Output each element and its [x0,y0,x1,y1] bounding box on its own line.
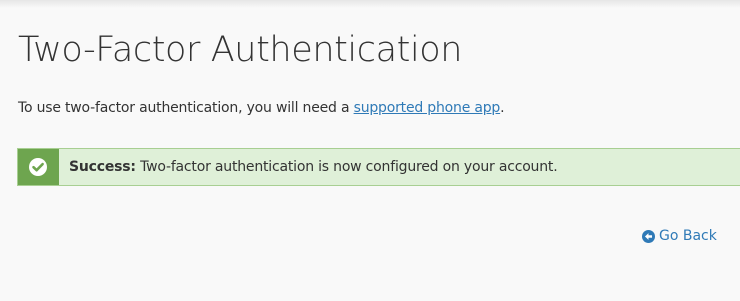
go-back-link[interactable]: Go Back [642,228,717,244]
go-back-label: Go Back [659,228,717,244]
top-shadow [0,0,740,8]
alert-message-text: Two-factor authentication is now configu… [135,159,558,175]
alert-message: Success: Two-factor authentication is no… [69,159,558,175]
arrow-left-circle-icon [642,229,655,243]
alert-icon-box [18,149,59,185]
alert-label: Success: [69,159,136,175]
intro-text: To use two-factor authentication, you wi… [18,100,505,116]
intro-text-prefix: To use two-factor authentication, you wi… [18,100,354,116]
page-content: Two-Factor Authentication To use two-fac… [0,8,740,301]
page-title: Two-Factor Authentication [18,30,463,70]
success-alert: Success: Two-factor authentication is no… [17,148,740,186]
intro-text-suffix: . [500,100,505,116]
supported-phone-app-link[interactable]: supported phone app [354,100,501,116]
check-circle-icon [29,158,47,176]
